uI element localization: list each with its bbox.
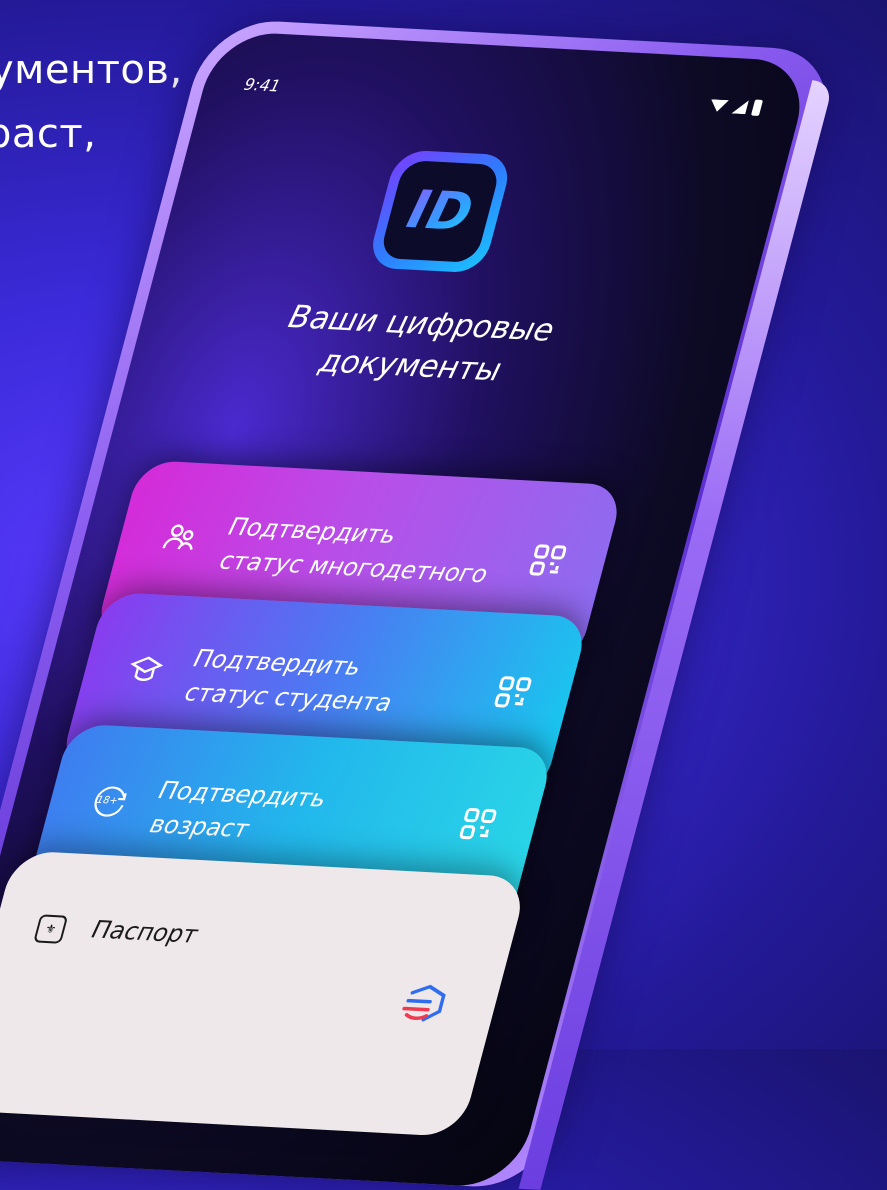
qr-icon[interactable] bbox=[527, 543, 570, 579]
signal-icon bbox=[731, 100, 749, 115]
graduation-cap-icon bbox=[120, 652, 170, 694]
passport-label: Паспорт bbox=[89, 915, 201, 949]
wifi-icon bbox=[708, 99, 729, 112]
battery-icon bbox=[750, 99, 764, 116]
id-app-logo: ID bbox=[366, 149, 514, 274]
family-icon bbox=[155, 520, 205, 562]
qr-icon[interactable] bbox=[457, 806, 500, 842]
emblem-icon: ⚜ bbox=[33, 914, 69, 944]
status-time: 9:41 bbox=[242, 74, 283, 96]
background-text-line-1: ументов, bbox=[0, 47, 183, 93]
headline: Ваши цифровые документы bbox=[197, 292, 634, 398]
background-text-line-2: раст, bbox=[0, 111, 97, 157]
background-copy: ументов, раст, bbox=[0, 38, 183, 166]
status-icons bbox=[707, 97, 764, 116]
phone-mockup: 9:41 ID Ваши цифровые документы Подтверд… bbox=[0, 18, 843, 1190]
age-18-icon: 18+ bbox=[85, 784, 135, 826]
card-passport[interactable]: ⚜ Паспорт bbox=[0, 850, 530, 1138]
gosuslugi-logo-icon bbox=[402, 984, 446, 1022]
id-logo-text: ID bbox=[401, 179, 479, 244]
qr-icon[interactable] bbox=[492, 674, 535, 710]
